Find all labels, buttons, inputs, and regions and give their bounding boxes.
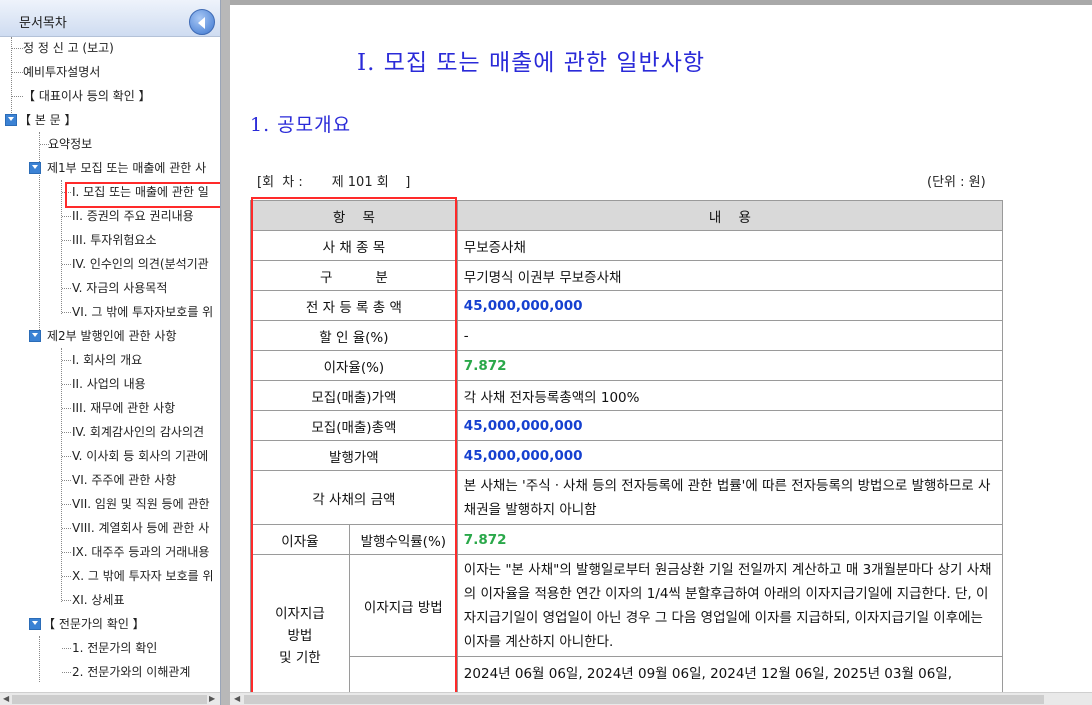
scroll-thumb[interactable] xyxy=(244,695,1044,704)
collapse-toggle-icon[interactable] xyxy=(29,330,41,342)
item-column-highlight xyxy=(251,197,457,694)
toc-panel: 문서목차 정 정 신 고 (보고) 예비투자설명서 【 대표이사 등의 확인 】… xyxy=(0,0,221,705)
toc-tree: 정 정 신 고 (보고) 예비투자설명서 【 대표이사 등의 확인 】 【 본 … xyxy=(0,37,220,692)
collapse-toggle-icon[interactable] xyxy=(29,162,41,174)
dart-viewer-window: 문서목차 정 정 신 고 (보고) 예비투자설명서 【 대표이사 등의 확인 】… xyxy=(0,0,1092,705)
scroll-right-icon[interactable]: ▶ xyxy=(209,694,215,703)
scroll-left-icon[interactable]: ◀ xyxy=(234,694,240,703)
scroll-thumb[interactable] xyxy=(12,695,207,704)
toc-header: 문서목차 xyxy=(0,0,220,37)
collapse-toggle-icon[interactable] xyxy=(5,114,17,126)
tree-guide-line xyxy=(61,180,62,314)
tree-guide-line xyxy=(11,37,12,125)
panel-splitter[interactable] xyxy=(221,0,230,705)
scroll-left-icon[interactable]: ◀ xyxy=(3,694,9,703)
unit-label: (단위 : 원) xyxy=(927,175,986,190)
subsection-title: 1. 공모개요 xyxy=(250,114,352,136)
header-content: 내 용 xyxy=(456,200,1004,231)
toc-horizontal-scrollbar[interactable]: ◀ ▶ xyxy=(0,692,220,705)
selected-item-highlight xyxy=(65,182,220,208)
document-horizontal-scrollbar[interactable]: ◀ xyxy=(230,692,1092,705)
collapse-panel-button[interactable] xyxy=(189,9,215,35)
toc-title: 문서목차 xyxy=(19,16,67,31)
round-label: [회 차 : 제 101 회 ] xyxy=(257,175,411,190)
document-view: I. 모집 또는 매출에 관한 일반사항 1. 공모개요 [회 차 : 제 10… xyxy=(230,5,1092,705)
tree-guide-line xyxy=(61,348,62,602)
collapse-toggle-icon[interactable] xyxy=(29,618,41,630)
tree-guide-line xyxy=(39,636,40,682)
chevron-left-icon xyxy=(198,17,205,29)
section-title: I. 모집 또는 매출에 관한 일반사항 xyxy=(357,50,706,76)
